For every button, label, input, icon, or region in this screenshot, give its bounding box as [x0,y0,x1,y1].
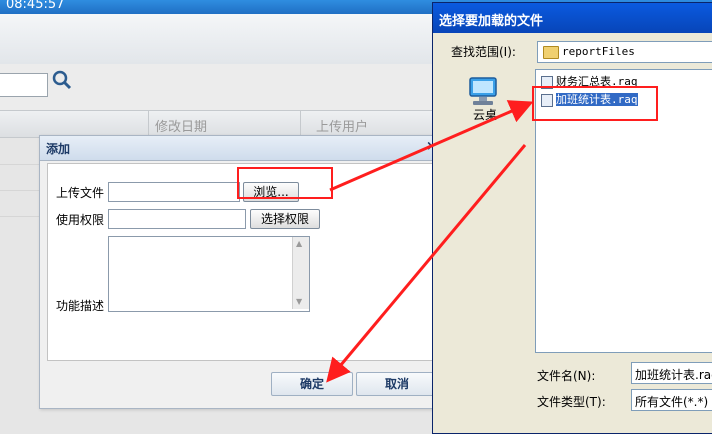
folder-icon [543,46,559,59]
table-row [0,164,40,165]
file-highlight-box [532,86,658,121]
table-row [0,216,40,217]
filetype-select[interactable]: 所有文件(*.*) [631,389,712,411]
permission-field[interactable] [108,209,246,229]
permission-label: 使用权限 [56,213,105,227]
look-in-select[interactable]: reportFiles [537,41,712,63]
description-textarea[interactable] [108,236,310,312]
description-label: 功能描述 [56,299,105,313]
look-in-label: 查找范围(I): [451,45,516,59]
filename-label: 文件名(N): [537,369,596,383]
file-open-dialog: 选择要加载的文件 查找范围(I): reportFiles 云桌 财务汇总表.r… [432,2,712,434]
add-dialog-title-bar: 添加 [40,136,440,161]
table-row [0,190,40,191]
scroll-down-icon[interactable]: ▼ [296,297,302,306]
browse-highlight-box [237,167,333,199]
scroll-up-icon[interactable]: ▲ [296,239,302,248]
select-permission-button[interactable]: 选择权限 [250,209,320,229]
clock-text: 08:45:57 [6,0,65,12]
column-separator [300,110,301,136]
column-upload-user[interactable]: 上传用户 [316,116,368,135]
column-modified-date[interactable]: 修改日期 [155,116,207,135]
cancel-button[interactable]: 取消 [356,372,438,396]
add-dialog-title: 添加 [46,142,71,156]
filename-input[interactable]: 加班统计表.raq [631,362,712,384]
places-desktop-label[interactable]: 云桌 [473,106,497,123]
file-dialog-title: 选择要加载的文件 [439,14,544,29]
textarea-scrollbar[interactable]: ▲ ▼ [292,237,309,309]
desktop-icon[interactable] [467,75,499,109]
filetype-value: 所有文件(*.*) [635,395,709,409]
file-dialog-title-bar: 选择要加载的文件 [433,3,712,33]
filename-value: 加班统计表.raq [635,368,712,382]
search-icon[interactable] [52,70,72,90]
upload-file-field[interactable] [108,182,240,202]
upload-file-label: 上传文件 [56,186,105,200]
look-in-value: reportFiles [562,45,635,58]
search-input[interactable] [0,73,48,97]
column-separator [148,110,149,136]
filetype-label: 文件类型(T): [537,395,606,409]
ok-button[interactable]: 确定 [271,372,353,396]
